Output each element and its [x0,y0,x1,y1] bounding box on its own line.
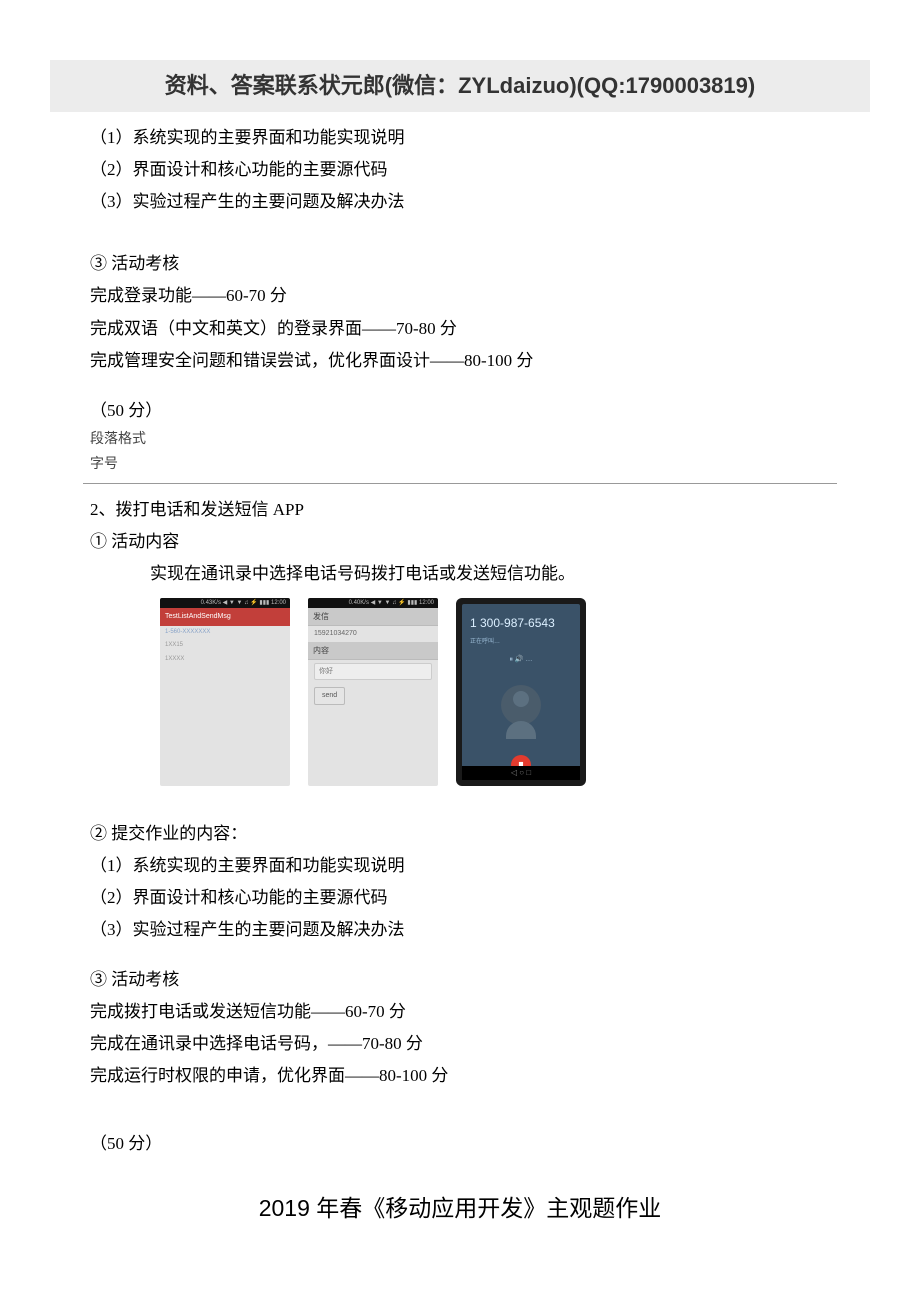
p2-activity1-desc: 实现在通讯录中选择电话号码拨打电话或发送短信功能。 [90,558,830,590]
p2-activity1-heading: ① 活动内容 [90,526,830,558]
divider [83,483,837,484]
avatar-icon [501,685,541,725]
p2-score2: 完成在通讯录中选择电话号码，——70-80 分 [90,1028,830,1060]
phone2-statusbar: 0.40K/s ◀ ▼ ▼ ♫ ⚡ ▮▮▮ 12:00 [308,598,438,608]
p2-title: 2、拨打电话和发送短信 APP [90,494,830,526]
header-banner: 资料、答案联系状元郎(微信：ZYLdaizuo)(QQ:1790003819) [50,60,870,112]
p1-points: （50 分） [90,395,830,427]
p2-sub2: （2）界面设计和核心功能的主要源代码 [90,882,830,914]
p1-activity-heading: ③ 活动考核 [90,248,830,280]
phone3-status: 正在呼叫… [462,638,580,648]
p2-points: （50 分） [90,1128,830,1160]
p2-sub1: （1）系统实现的主要界面和功能实现说明 [90,850,830,882]
phone2-value-phone: 15921034270 [308,626,438,642]
phone3-nav: ◁ ○ □ [462,766,580,780]
p2-score1: 完成拨打电话或发送短信功能——60-70 分 [90,996,830,1028]
p1-sub1: （1）系统实现的主要界面和功能实现说明 [90,122,830,154]
phone-screenshot-sms: 0.40K/s ◀ ▼ ▼ ♫ ⚡ ▮▮▮ 12:00 发信 159210342… [308,598,438,786]
phone2-send-button: send [314,687,345,705]
phone1-app-title: TestListAndSendMsg [160,608,290,626]
p2-score3: 完成运行时权限的申请，优化界面——80-100 分 [90,1060,830,1092]
screenshots-row: 0.43K/s ◀ ▼ ▼ ♫ ⚡ ▮▮▮ 12:00 TestListAndS… [90,590,830,802]
phone-screenshot-dialer: 1 300-987-6543 正在呼叫… ⏸ 🔊 … ⏹ ◁ ○ □ [456,598,586,786]
phone3-number: 1 300-987-6543 [462,610,580,638]
phone1-entry2: 1XX15 [160,639,290,653]
phone1-entry1: 1-560-XXXXXXX [160,626,290,640]
p1-score3: 完成管理安全问题和错误尝试，优化界面设计——80-100 分 [90,345,830,377]
p2-sub3: （3）实验过程产生的主要问题及解决办法 [90,914,830,946]
p1-score2: 完成双语（中文和英文）的登录界面——70-80 分 [90,313,830,345]
phone-screenshot-contacts: 0.43K/s ◀ ▼ ▼ ♫ ⚡ ▮▮▮ 12:00 TestListAndS… [160,598,290,786]
phone2-value-content: 你好 [314,663,432,681]
p2-activity3-heading: ③ 活动考核 [90,964,830,996]
p2-activity2-heading: ② 提交作业的内容： [90,818,830,850]
phone1-statusbar: 0.43K/s ◀ ▼ ▼ ♫ ⚡ ▮▮▮ 12:00 [160,598,290,608]
phone2-label-content: 内容 [308,642,438,660]
phone1-entry3: 1XXXX [160,653,290,667]
meta-font-size: 字号 [90,452,830,477]
bottom-title: 2019 年春《移动应用开发》主观题作业 [90,1190,830,1228]
meta-paragraph-format: 段落格式 [90,427,830,452]
phone2-label-phone: 发信 [308,608,438,626]
phone3-icon-row: ⏸ 🔊 … [462,648,580,672]
p1-sub2: （2）界面设计和核心功能的主要源代码 [90,154,830,186]
p1-score1: 完成登录功能——60-70 分 [90,280,830,312]
p1-sub3: （3）实验过程产生的主要问题及解决办法 [90,186,830,218]
